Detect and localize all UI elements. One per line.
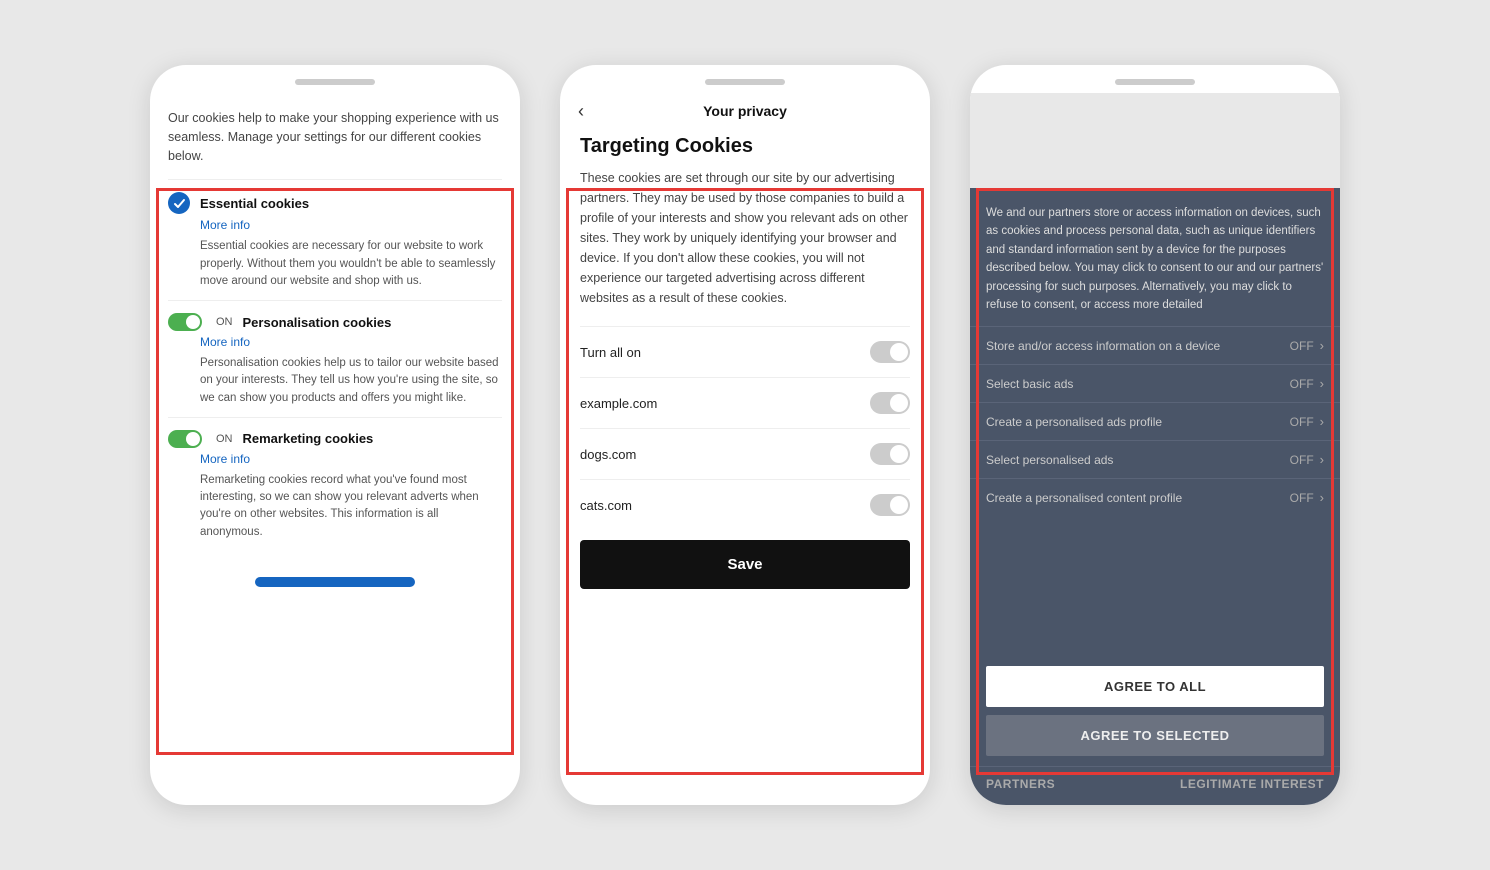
back-arrow-icon[interactable]: ‹ <box>578 101 584 122</box>
p3-personalised-ads-chevron: › <box>1320 452 1324 467</box>
personalisation-desc: Personalisation cookies help us to tailo… <box>200 355 502 407</box>
personalisation-header: ON Personalisation cookies <box>168 313 502 331</box>
p3-personalised-ads-right: OFF › <box>1290 452 1324 467</box>
phone-notch-1 <box>295 79 375 85</box>
p3-content-profile-label: Create a personalised content profile <box>986 491 1290 505</box>
turn-all-on-toggle[interactable] <box>870 341 910 363</box>
p3-store-chevron: › <box>1320 338 1324 353</box>
phone2-body: Targeting Cookies These cookies are set … <box>560 125 930 805</box>
phone-screen-1: Our cookies help to make your shopping e… <box>150 93 520 805</box>
phone-3: We and our partners store or access info… <box>970 65 1340 805</box>
essential-more-info[interactable]: More info <box>200 218 502 232</box>
dogs-com-label: dogs.com <box>580 447 636 462</box>
turn-all-on-row: Turn all on <box>580 326 910 377</box>
agree-selected-button[interactable]: AGREE TO SELECTED <box>986 715 1324 756</box>
essential-desc: Essential cookies are necessary for our … <box>200 238 502 290</box>
remarketing-cookies-section: ON Remarketing cookies More info Remarke… <box>168 417 502 541</box>
phone3-intro-text: We and our partners store or access info… <box>986 204 1324 314</box>
example-com-label: example.com <box>580 396 657 411</box>
p3-row-personalised-ads[interactable]: Select personalised ads OFF › <box>970 440 1340 478</box>
p3-ads-profile-chevron: › <box>1320 414 1324 429</box>
p3-store-status: OFF <box>1290 339 1314 353</box>
p3-content-profile-status: OFF <box>1290 491 1314 505</box>
personalisation-cookies-section: ON Personalisation cookies More info Per… <box>168 300 502 407</box>
cats-com-label: cats.com <box>580 498 632 513</box>
dogs-com-row: dogs.com <box>580 428 910 479</box>
personalisation-on-label: ON <box>216 316 233 328</box>
p3-basic-ads-right: OFF › <box>1290 376 1324 391</box>
targeting-desc: These cookies are set through our site b… <box>580 168 910 308</box>
essential-header: Essential cookies <box>168 192 502 214</box>
p3-basic-ads-label: Select basic ads <box>986 377 1290 391</box>
cats-com-row: cats.com <box>580 479 910 530</box>
phone2-title: Your privacy <box>703 103 787 119</box>
p3-ads-profile-right: OFF › <box>1290 414 1324 429</box>
phone-2: ‹ Your privacy Targeting Cookies These c… <box>560 65 930 805</box>
p3-content-profile-chevron: › <box>1320 490 1324 505</box>
phone1-body: Our cookies help to make your shopping e… <box>150 93 520 567</box>
phone1-intro-text: Our cookies help to make your shopping e… <box>168 109 502 165</box>
p3-personalised-ads-status: OFF <box>1290 453 1314 467</box>
p3-row-store[interactable]: Store and/or access information on a dev… <box>970 326 1340 364</box>
phone-screen-3: We and our partners store or access info… <box>970 93 1340 805</box>
essential-title: Essential cookies <box>200 196 309 211</box>
phone1-bottom <box>150 567 520 601</box>
p3-basic-ads-chevron: › <box>1320 376 1324 391</box>
p3-personalised-ads-label: Select personalised ads <box>986 453 1290 467</box>
p3-row-ads-profile[interactable]: Create a personalised ads profile OFF › <box>970 402 1340 440</box>
p3-ads-profile-label: Create a personalised ads profile <box>986 415 1290 429</box>
remarketing-header: ON Remarketing cookies <box>168 430 502 448</box>
p3-store-label: Store and/or access information on a dev… <box>986 339 1290 353</box>
remarketing-toggle[interactable] <box>168 430 202 448</box>
p3-row-basic-ads[interactable]: Select basic ads OFF › <box>970 364 1340 402</box>
p3-content-profile-right: OFF › <box>1290 490 1324 505</box>
dogs-com-toggle[interactable] <box>870 443 910 465</box>
essential-cookies-section: Essential cookies More info Essential co… <box>168 179 502 290</box>
personalisation-more-info[interactable]: More info <box>200 335 502 349</box>
personalisation-title: Personalisation cookies <box>243 315 392 330</box>
example-com-row: example.com <box>580 377 910 428</box>
remarketing-more-info[interactable]: More info <box>200 452 502 466</box>
essential-check-icon <box>168 192 190 214</box>
phone3-body: We and our partners store or access info… <box>970 188 1340 805</box>
p3-footer-partners[interactable]: PARTNERS <box>986 777 1055 791</box>
phone3-intro: We and our partners store or access info… <box>970 188 1340 326</box>
blue-bar <box>255 577 415 587</box>
phone3-top-space <box>970 93 1340 188</box>
targeting-title: Targeting Cookies <box>580 135 910 158</box>
personalisation-toggle[interactable] <box>168 313 202 331</box>
turn-all-on-label: Turn all on <box>580 345 641 360</box>
remarketing-on-label: ON <box>216 433 233 445</box>
p3-basic-ads-status: OFF <box>1290 377 1314 391</box>
example-com-toggle[interactable] <box>870 392 910 414</box>
phone-screen-2: ‹ Your privacy Targeting Cookies These c… <box>560 93 930 805</box>
remarketing-title: Remarketing cookies <box>243 431 374 446</box>
phone-1: Our cookies help to make your shopping e… <box>150 65 520 805</box>
phone3-footer: PARTNERS LEGITIMATE INTEREST <box>970 766 1340 805</box>
phone2-header: ‹ Your privacy <box>560 93 930 125</box>
remarketing-desc: Remarketing cookies record what you've f… <box>200 472 502 541</box>
phone-notch-2 <box>705 79 785 85</box>
p3-ads-profile-status: OFF <box>1290 415 1314 429</box>
phone3-buttons: AGREE TO ALL AGREE TO SELECTED <box>970 656 1340 766</box>
p3-row-content-profile[interactable]: Create a personalised content profile OF… <box>970 478 1340 516</box>
save-button[interactable]: Save <box>580 540 910 589</box>
phone-notch-3 <box>1115 79 1195 85</box>
phone3-list: Store and/or access information on a dev… <box>970 326 1340 656</box>
p3-footer-legitimate[interactable]: LEGITIMATE INTEREST <box>1180 777 1324 791</box>
cats-com-toggle[interactable] <box>870 494 910 516</box>
agree-all-button[interactable]: AGREE TO ALL <box>986 666 1324 707</box>
p3-store-right: OFF › <box>1290 338 1324 353</box>
